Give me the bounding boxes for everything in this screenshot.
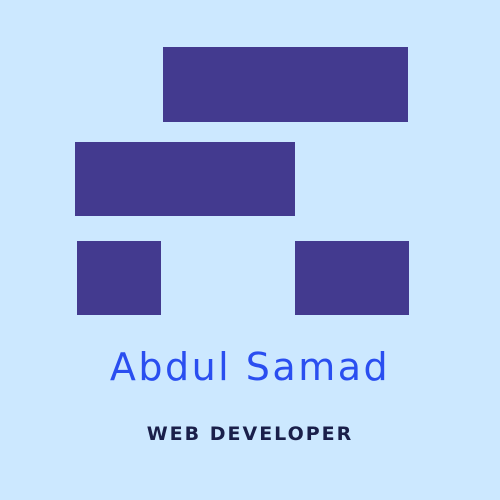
logo-block-top: [163, 47, 408, 122]
logo-block-bottom-right: [295, 241, 409, 315]
brand-name: Abdul Samad: [109, 345, 391, 389]
logo-block-bottom-left: [77, 241, 161, 315]
logo-block-middle: [75, 142, 295, 216]
brand-tagline: WEB DEVELOPER: [146, 423, 354, 445]
